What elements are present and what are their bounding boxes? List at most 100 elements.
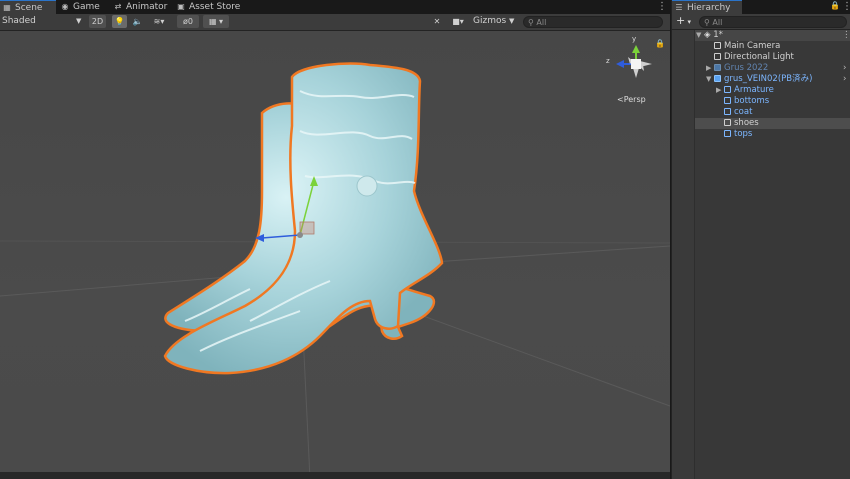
scene-search-input[interactable]: ⚲ All	[523, 16, 663, 28]
scene-root-row[interactable]: ▼ ◈ 1* ⋮	[672, 30, 850, 41]
hierarchy-item-directional-light[interactable]: Directional Light	[672, 52, 850, 63]
projection-label: Persp	[623, 95, 646, 104]
hierarchy-tab-bar: ☰ Hierarchy 🔒 ⋮	[672, 0, 850, 14]
chevron-down-icon: ▾	[685, 18, 691, 26]
item-label: grus_VEIN02(PB済み)	[724, 74, 813, 84]
scene-name: 1*	[713, 30, 723, 40]
hierarchy-panel: ☰ Hierarchy 🔒 ⋮ + ▾ ⚲ All ▼ ◈ 1* ⋮ Main Ca…	[671, 0, 850, 479]
grid-snap-dropdown[interactable]: ▦ ▾	[203, 15, 229, 28]
grid-icon: ▦ ▾	[208, 17, 224, 26]
scene-tab-bar: ▦ Scene ◉ Game ⇄ Animator ▣ Asset Store ⋮	[0, 0, 670, 14]
effects-icon: ≋▾	[153, 17, 165, 26]
gameobject-icon	[724, 119, 731, 126]
tab-label: Animator	[126, 2, 168, 12]
gizmo-axis-z-label: z	[606, 57, 610, 65]
tab-asset-store[interactable]: ▣ Asset Store	[174, 0, 244, 14]
hierarchy-item-coat[interactable]: coat	[672, 107, 850, 118]
gameobject-icon	[724, 97, 731, 104]
store-icon: ▣	[177, 2, 185, 11]
expand-arrow-icon: ▶	[706, 64, 712, 72]
gizmos-dropdown[interactable]: Gizmos ▼	[473, 15, 514, 28]
item-label: Directional Light	[724, 52, 794, 62]
hierarchy-item-grus-2022[interactable]: ▶ Grus 2022 ›	[672, 63, 850, 74]
hierarchy-item-armature[interactable]: ▶ Armature	[672, 85, 850, 96]
tab-game[interactable]: ◉ Game	[58, 0, 104, 14]
effects-dropdown[interactable]: ≋▾	[148, 15, 170, 28]
lock-icon[interactable]: 🔒	[830, 1, 840, 10]
shading-mode-label: Shaded	[2, 16, 36, 26]
item-label: Main Camera	[724, 41, 781, 51]
more-menu-icon[interactable]: ⋮	[657, 1, 667, 12]
chevron-right-icon[interactable]: ›	[843, 74, 846, 85]
hierarchy-item-tops[interactable]: tops	[672, 129, 850, 140]
hierarchy-item-shoes[interactable]: shoes	[672, 118, 850, 129]
prefab-icon	[714, 64, 721, 71]
scene-canvas	[0, 45, 670, 479]
hierarchy-gutter	[672, 30, 695, 479]
gameobject-icon	[724, 86, 731, 93]
search-placeholder: All	[536, 18, 547, 27]
camera-icon: ■▾	[452, 17, 464, 26]
gizmo-axis-y-label: y	[632, 35, 637, 43]
shoes-model	[163, 62, 444, 375]
gamepad-icon: ◉	[61, 2, 69, 11]
chevron-down-icon: ▼	[509, 17, 515, 25]
projection-toggle[interactable]: <Persp	[617, 95, 646, 104]
tab-label: Scene	[15, 3, 43, 13]
tools-icon: ✕	[433, 17, 441, 26]
shading-mode-dropdown[interactable]: Shaded ▼	[2, 15, 84, 28]
chevron-right-icon[interactable]: ›	[843, 63, 846, 74]
list-icon: ☰	[675, 3, 683, 12]
item-label: Armature	[734, 85, 774, 95]
scene-view[interactable]: y z 🔒 <Persp	[0, 31, 670, 479]
unity-scene-icon: ◈	[704, 30, 714, 40]
orientation-gizmo	[616, 45, 652, 78]
toggle-2d-label: 2D	[91, 17, 104, 26]
tab-scene[interactable]: ▦ Scene	[0, 0, 56, 14]
speaker-icon: 🔈	[132, 17, 143, 26]
hidden-objects-toggle[interactable]: ø0	[177, 15, 199, 28]
scene-bottom-edge	[0, 472, 670, 479]
hierarchy-toolbar: + ▾ ⚲ All	[672, 14, 850, 30]
expand-arrow-icon: ▼	[706, 75, 712, 83]
tools-button[interactable]: ✕	[430, 15, 444, 28]
lightbulb-icon: 💡	[114, 17, 125, 26]
item-label: bottoms	[734, 96, 770, 106]
lock-icon[interactable]: 🔒	[655, 39, 665, 48]
hierarchy-item-grus-vein02[interactable]: ▼ grus_VEIN02(PB済み) ›	[672, 74, 850, 85]
item-label: coat	[734, 107, 753, 117]
expand-arrow-icon: ▼	[696, 31, 702, 39]
expand-arrow-icon: ▶	[716, 86, 722, 94]
lighting-toggle[interactable]: 💡	[112, 15, 127, 28]
hierarchy-search-input[interactable]: ⚲ All	[699, 16, 847, 28]
item-label: Grus 2022	[724, 63, 769, 73]
tab-animator[interactable]: ⇄ Animator	[111, 0, 171, 14]
prefab-icon	[714, 75, 721, 82]
search-placeholder: All	[712, 18, 723, 27]
grid-icon: ▦	[3, 3, 11, 12]
gameobject-icon	[724, 108, 731, 115]
item-label: tops	[734, 129, 753, 139]
more-menu-icon[interactable]: ⋮	[842, 30, 850, 41]
gameobject-icon	[724, 130, 731, 137]
hierarchy-item-main-camera[interactable]: Main Camera	[672, 41, 850, 52]
hidden-count: 0	[187, 17, 193, 26]
gizmos-label: Gizmos	[473, 16, 507, 26]
gameobject-icon	[714, 53, 721, 60]
gameobject-icon	[714, 42, 721, 49]
toggle-2d-button[interactable]: 2D	[89, 15, 106, 28]
persp-icon: <	[617, 95, 624, 104]
item-label: shoes	[734, 118, 759, 128]
tab-label: Hierarchy	[687, 3, 731, 13]
audio-toggle[interactable]: 🔈	[130, 15, 145, 28]
more-menu-icon[interactable]: ⋮	[842, 1, 850, 12]
add-object-button[interactable]: + ▾	[676, 14, 691, 29]
camera-dropdown[interactable]: ■▾	[447, 15, 469, 28]
animator-icon: ⇄	[114, 2, 122, 11]
chevron-down-icon: ▼	[76, 17, 82, 25]
tab-label: Game	[73, 2, 100, 12]
tab-hierarchy[interactable]: ☰ Hierarchy	[672, 0, 742, 14]
hierarchy-item-bottoms[interactable]: bottoms	[672, 96, 850, 107]
scene-toolbar: Shaded ▼ 2D 💡 🔈 ≋▾ ø0 ▦ ▾ ✕ ■▾ Gizmos ▼ …	[0, 14, 670, 31]
tab-label: Asset Store	[189, 2, 241, 12]
